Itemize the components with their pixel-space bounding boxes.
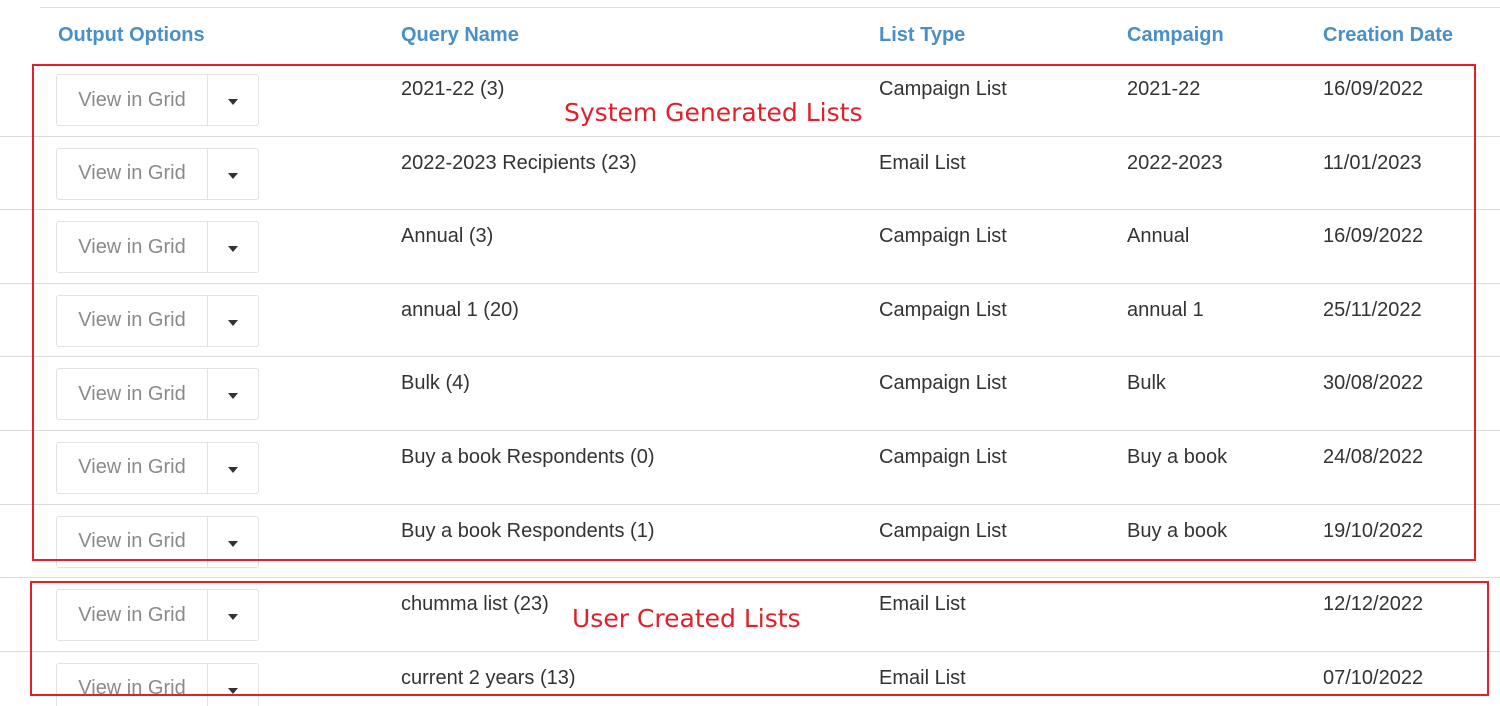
output-options-dropdown-button[interactable] — [208, 664, 258, 706]
campaign-cell: annual 1 — [1127, 298, 1204, 321]
list-type-cell: Campaign List — [879, 445, 1007, 468]
table-row: View in Grid Annual (3) Campaign List An… — [0, 210, 1500, 284]
campaign-cell: Annual — [1127, 225, 1190, 248]
table-row: View in Grid Bulk (4) Campaign List Bulk… — [0, 357, 1500, 431]
query-name-cell[interactable]: annual 1 (20) — [401, 299, 519, 322]
header-creation-date[interactable]: Creation Date — [1323, 24, 1453, 47]
campaign-cell: Bulk — [1127, 372, 1166, 395]
table-row: View in Grid 2022-2023 Recipients (23) E… — [0, 137, 1500, 211]
caret-down-icon — [228, 319, 238, 326]
output-options-button-group: View in Grid — [56, 147, 259, 200]
table-row: View in Grid annual 1 (20) Campaign List… — [0, 284, 1500, 358]
output-options-dropdown-button[interactable] — [208, 590, 258, 640]
output-options-button-group: View in Grid — [56, 589, 259, 642]
view-in-grid-button[interactable]: View in Grid — [57, 369, 208, 420]
list-type-cell: Campaign List — [879, 225, 1007, 248]
list-type-cell: Email List — [879, 666, 966, 689]
header-list-type[interactable]: List Type — [879, 24, 965, 47]
query-name-cell[interactable]: current 2 years (13) — [401, 667, 576, 690]
creation-date-cell: 16/09/2022 — [1323, 225, 1424, 248]
output-options-button-group: View in Grid — [56, 441, 259, 494]
campaign-cell: Buy a book — [1127, 445, 1228, 468]
query-name-cell[interactable]: Buy a book Respondents (1) — [401, 520, 655, 543]
creation-date-cell: 12/12/2022 — [1323, 593, 1424, 616]
caret-down-icon — [228, 614, 238, 621]
view-in-grid-button[interactable]: View in Grid — [57, 516, 208, 567]
output-options-dropdown-button[interactable] — [208, 296, 258, 346]
output-options-button-group: View in Grid — [56, 74, 259, 126]
output-options-button-group: View in Grid — [56, 662, 259, 706]
output-options-button-group: View in Grid — [56, 294, 259, 347]
header-campaign[interactable]: Campaign — [1127, 24, 1224, 47]
caret-down-icon — [228, 687, 238, 694]
creation-date-cell: 24/08/2022 — [1323, 445, 1424, 468]
caret-down-icon — [228, 172, 238, 179]
caret-down-icon — [228, 540, 238, 547]
output-options-button-group: View in Grid — [56, 368, 259, 421]
view-in-grid-button[interactable]: View in Grid — [57, 590, 208, 641]
output-options-dropdown-button[interactable] — [208, 517, 258, 567]
caret-down-icon — [228, 393, 238, 400]
campaign-cell: 2022-2023 — [1127, 151, 1223, 174]
list-type-cell: Campaign List — [879, 519, 1007, 542]
query-name-cell[interactable]: Bulk (4) — [401, 372, 470, 395]
view-in-grid-button[interactable]: View in Grid — [57, 75, 208, 125]
list-type-cell: Email List — [879, 593, 966, 616]
creation-date-cell: 11/01/2023 — [1323, 151, 1422, 174]
query-name-cell[interactable]: Buy a book Respondents (0) — [401, 446, 655, 469]
creation-date-cell: 30/08/2022 — [1323, 372, 1424, 395]
output-options-dropdown-button[interactable] — [208, 75, 258, 125]
table-row: View in Grid current 2 years (13) Email … — [0, 652, 1500, 706]
list-type-cell: Campaign List — [879, 372, 1007, 395]
system-generated-annotation-label: System Generated Lists — [564, 98, 863, 127]
top-divider — [40, 7, 1500, 8]
output-options-button-group: View in Grid — [56, 515, 259, 568]
query-name-cell[interactable]: 2022-2023 Recipients (23) — [401, 152, 637, 175]
output-options-dropdown-button[interactable] — [208, 443, 258, 493]
view-in-grid-button[interactable]: View in Grid — [57, 295, 208, 346]
view-in-grid-button[interactable]: View in Grid — [57, 442, 208, 493]
query-list-page: Output Options Query Name List Type Camp… — [0, 0, 1500, 706]
caret-down-icon — [228, 99, 238, 105]
creation-date-cell: 25/11/2022 — [1323, 298, 1422, 321]
query-name-cell[interactable]: chumma list (23) — [401, 593, 549, 616]
table-row: View in Grid Buy a book Respondents (1) … — [0, 505, 1500, 579]
view-in-grid-button[interactable]: View in Grid — [57, 663, 208, 706]
caret-down-icon — [228, 466, 238, 473]
output-options-button-group: View in Grid — [56, 221, 259, 274]
header-output-options[interactable]: Output Options — [58, 24, 205, 47]
creation-date-cell: 16/09/2022 — [1323, 78, 1424, 100]
output-options-dropdown-button[interactable] — [208, 149, 258, 199]
creation-date-cell: 07/10/2022 — [1323, 666, 1424, 689]
output-options-dropdown-button[interactable] — [208, 222, 258, 272]
table-row: View in Grid Buy a book Respondents (0) … — [0, 431, 1500, 505]
list-type-cell: Email List — [879, 151, 966, 174]
query-name-cell[interactable]: 2021-22 (3) — [401, 78, 504, 101]
caret-down-icon — [228, 246, 238, 253]
query-name-cell[interactable]: Annual (3) — [401, 225, 493, 248]
table-header: Output Options Query Name List Type Camp… — [0, 18, 1500, 58]
header-query-name[interactable]: Query Name — [401, 24, 519, 47]
campaign-cell: 2021-22 — [1127, 78, 1201, 100]
creation-date-cell: 19/10/2022 — [1323, 519, 1424, 542]
list-type-cell: Campaign List — [879, 78, 1007, 100]
view-in-grid-button[interactable]: View in Grid — [57, 148, 208, 199]
view-in-grid-button[interactable]: View in Grid — [57, 222, 208, 273]
user-created-annotation-label: User Created Lists — [572, 604, 801, 633]
output-options-dropdown-button[interactable] — [208, 369, 258, 419]
list-type-cell: Campaign List — [879, 298, 1007, 321]
campaign-cell: Buy a book — [1127, 519, 1228, 542]
